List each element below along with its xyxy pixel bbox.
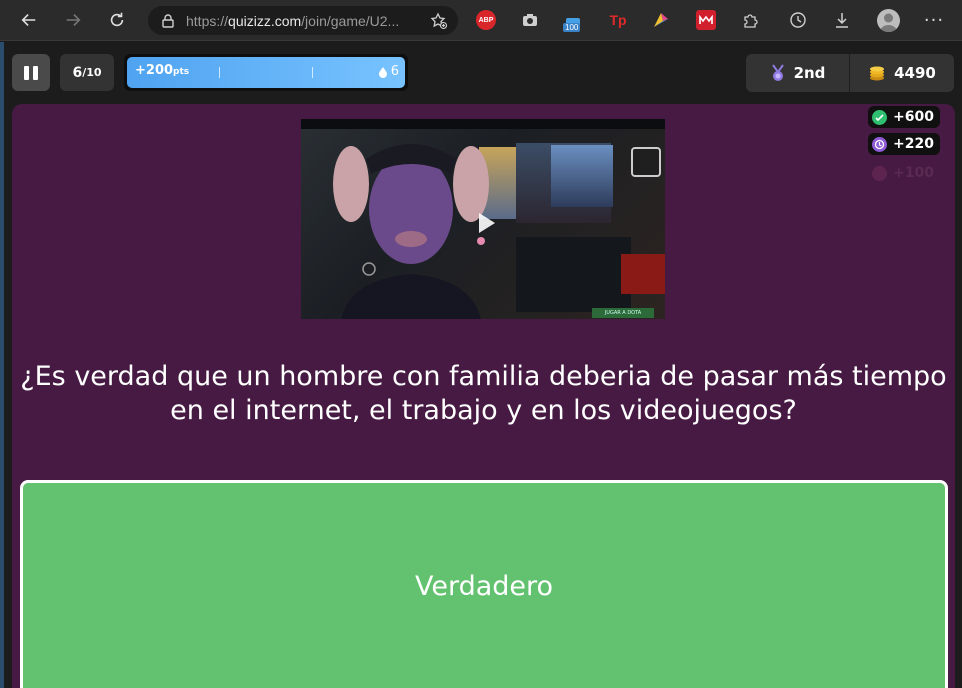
- reload-icon: [110, 12, 124, 27]
- points-label: +200pts: [135, 63, 189, 78]
- download-arrow-icon: [836, 13, 848, 28]
- history-icon[interactable]: [788, 10, 808, 30]
- video-promo-banner: [621, 254, 665, 294]
- streak-bonus-value: +100: [893, 165, 934, 181]
- extensions-puzzle-icon[interactable]: [740, 10, 760, 30]
- medal-icon: [771, 64, 784, 81]
- add-favorite-icon[interactable]: [430, 12, 448, 30]
- coins-count: 4490: [894, 64, 936, 82]
- video-channel-logo: [631, 147, 661, 177]
- camera-icon: [523, 14, 537, 26]
- more-menu-icon[interactable]: ···: [924, 10, 944, 31]
- tp-extension-icon[interactable]: Tp: [608, 10, 628, 30]
- rank-coins-box: 2nd 4490: [746, 54, 954, 92]
- rank-label: 2nd: [793, 64, 826, 82]
- back-button[interactable]: [14, 5, 44, 35]
- url-path: /join/game/U2...: [301, 12, 400, 29]
- downloads-icon[interactable]: [832, 10, 852, 30]
- answer-option-verdadero[interactable]: Verdadero: [20, 480, 948, 688]
- points-bar: +200pts 6: [124, 54, 408, 91]
- user-avatar-icon: [880, 13, 897, 32]
- coins-icon: [870, 66, 885, 81]
- url-domain: quizizz.com: [228, 12, 302, 29]
- lock-icon: [162, 13, 174, 28]
- check-icon: [872, 109, 887, 125]
- streak-bonus: +100: [868, 162, 940, 184]
- pause-bar-left: [24, 65, 29, 80]
- answer-label: Verdadero: [414, 571, 554, 602]
- correct-bonus-value: +600: [893, 109, 934, 125]
- correct-bonus: +600: [868, 106, 940, 128]
- url-prefix: https://: [186, 12, 229, 29]
- drop-icon: [378, 66, 387, 78]
- points-tick: [312, 67, 313, 78]
- fan-extension-icon[interactable]: [651, 10, 671, 30]
- time-bonus-value: +220: [893, 136, 934, 152]
- points-unit: pts: [173, 67, 190, 77]
- question-current: 6: [72, 64, 83, 81]
- url-text: https://quizizz.com/join/game/U2...: [186, 13, 399, 29]
- m-extension-icon[interactable]: [696, 10, 716, 30]
- camera-extension-icon[interactable]: [520, 10, 540, 30]
- rank-display[interactable]: 2nd: [746, 54, 850, 92]
- forward-arrow-icon: [66, 14, 81, 26]
- address-bar[interactable]: https://quizizz.com/join/game/U2...: [148, 6, 458, 35]
- video-game-list: [516, 237, 631, 312]
- pause-button[interactable]: [12, 54, 50, 91]
- puzzle-icon: [744, 14, 758, 28]
- question-text: ¿Es verdad que un hombre con familia deb…: [20, 361, 947, 426]
- streak-count: 6: [390, 64, 399, 79]
- time-bonus: +220: [868, 133, 940, 155]
- m-logo-icon: [699, 15, 713, 24]
- forward-button[interactable]: [58, 5, 88, 35]
- play-icon[interactable]: [469, 207, 501, 239]
- coins-display[interactable]: 4490: [850, 54, 954, 92]
- reload-button[interactable]: [102, 5, 132, 35]
- clock-history-icon: [790, 12, 806, 28]
- video-jugar-button: JUGAR A DOTA: [592, 308, 654, 318]
- pause-bar-right: [33, 65, 38, 80]
- timer-icon: [872, 136, 887, 152]
- points-bar-fill: +200pts 6: [127, 57, 405, 88]
- video-hero-art: [551, 145, 613, 207]
- streak-bonus-icon: [872, 165, 887, 181]
- browser-toolbar: https://quizizz.com/join/game/U2... ABP …: [0, 0, 962, 41]
- fan-icon: [654, 13, 668, 27]
- points-tick: [219, 67, 220, 78]
- question-total: /10: [82, 66, 102, 79]
- streak-indicator: 6: [378, 64, 399, 79]
- back-arrow-icon: [21, 14, 36, 26]
- adblock-extension-icon[interactable]: ABP: [476, 10, 496, 30]
- counter-extension-icon[interactable]: 100: [563, 13, 583, 33]
- question-counter: 6/10: [60, 54, 114, 91]
- question-video[interactable]: JUGAR A DOTA: [301, 119, 665, 319]
- video-game-topbar: [301, 119, 665, 129]
- profile-avatar[interactable]: [877, 9, 900, 32]
- counter-badge: 100: [563, 23, 581, 32]
- points-value: +200: [135, 63, 174, 78]
